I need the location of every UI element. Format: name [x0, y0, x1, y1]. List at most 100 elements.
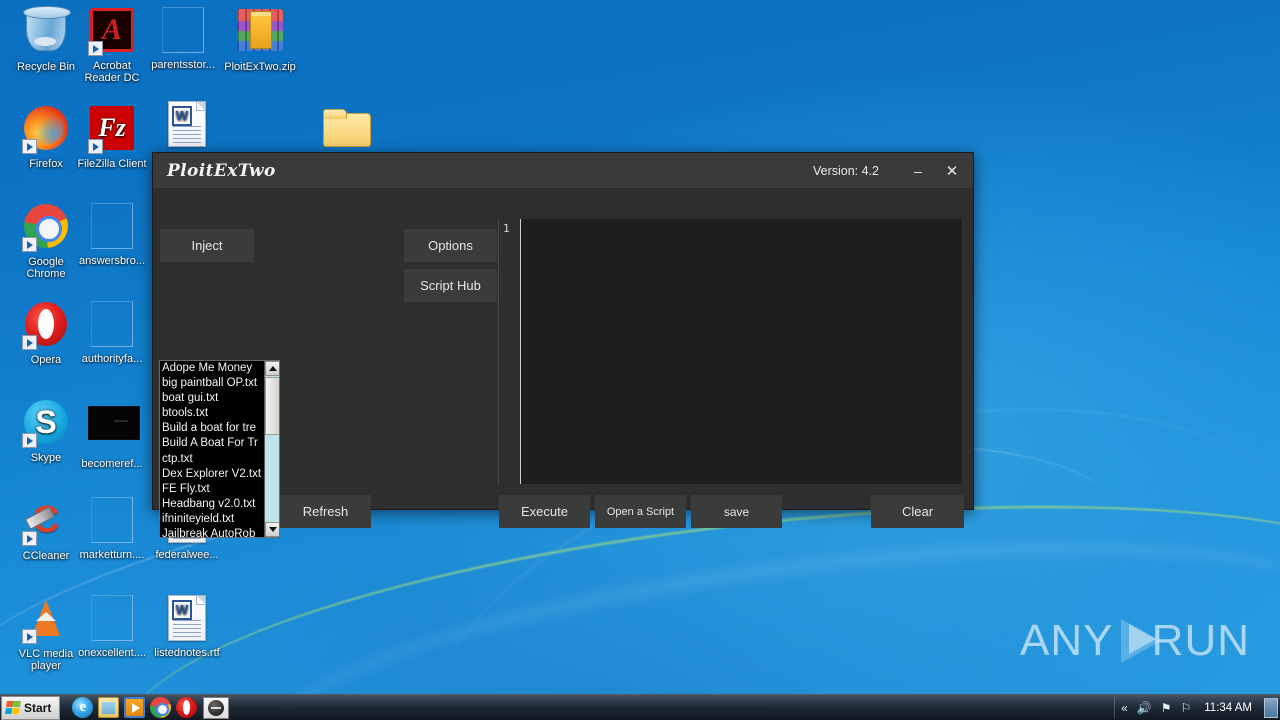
action-center-icon[interactable]: ⚑	[1161, 702, 1172, 714]
script-list[interactable]: Adope Me Money big paintball OP.txt boat g…	[160, 361, 264, 537]
volume-icon[interactable]: 🔊	[1137, 702, 1152, 714]
save-button[interactable]: save	[691, 495, 782, 528]
word-document-1-icon	[163, 101, 211, 149]
script-list-item[interactable]: btools.txt	[160, 406, 264, 421]
shortcut-arrow-icon	[22, 531, 37, 546]
filezilla-client-icon	[88, 106, 136, 154]
desktop-icon-label: onexcellent....	[78, 647, 146, 659]
windows-media-player-icon[interactable]	[124, 697, 146, 718]
script-list-item[interactable]: big paintball OP.txt	[160, 376, 264, 391]
window-title: PloitExTwo	[167, 160, 276, 181]
scrollbar-thumb[interactable]	[265, 377, 279, 435]
show-desktop-button[interactable]	[1264, 697, 1278, 718]
desktop-icon-recycle-bin[interactable]: Recycle Bin	[8, 6, 84, 73]
shortcut-arrow-icon	[88, 41, 103, 56]
system-tray[interactable]: « 🔊 ⚑ ⚐ 11:34 AM	[1114, 696, 1262, 719]
desktop-icon-parentsstor[interactable]: parentsstor...	[145, 6, 221, 71]
anyrun-play-logo-icon	[1119, 616, 1162, 666]
taskbar[interactable]: Start « 🔊 ⚑ ⚐ 11:34 AM	[0, 694, 1280, 720]
script-hub-button[interactable]: Script Hub	[404, 269, 497, 302]
script-editor[interactable]: 1	[498, 219, 962, 484]
inject-button[interactable]: Inject	[160, 229, 254, 262]
clock[interactable]: 11:34 AM	[1204, 702, 1252, 714]
editor-text-area[interactable]	[521, 219, 962, 484]
quick-launch-bar[interactable]	[72, 697, 198, 718]
desktop-icon-marketturn[interactable]: marketturn....	[74, 496, 150, 561]
vlc-media-player-icon	[22, 596, 70, 644]
script-list-box[interactable]: Adope Me Money big paintball OP.txt boat g…	[159, 360, 280, 538]
desktop-icon-becomeref[interactable]: becomeref...	[74, 398, 150, 470]
desktop-icon-opera[interactable]: Opera	[8, 300, 84, 366]
opera-icon	[22, 302, 70, 350]
skype-icon	[22, 400, 70, 448]
script-list-item[interactable]: ifniniteyield.txt	[160, 512, 264, 527]
desktop-icon-authorityfa[interactable]: authorityfa...	[74, 300, 150, 365]
network-icon[interactable]: ⚐	[1180, 702, 1191, 714]
ccleaner-icon	[22, 498, 70, 546]
script-list-item[interactable]: Dex Explorer V2.txt	[160, 467, 264, 482]
desktop-icon-label: federalwee...	[155, 549, 219, 561]
script-list-item[interactable]: FE Fly.txt	[160, 482, 264, 497]
script-list-item[interactable]: Build a boat for tre	[160, 421, 264, 436]
version-label: Version: 4.2	[812, 163, 879, 178]
desktop-icon-filezilla-client[interactable]: FileZilla Client	[74, 104, 150, 170]
taskbar-active-window-button[interactable]	[203, 696, 230, 719]
execute-button[interactable]: Execute	[499, 495, 590, 528]
desktop-icon-label: PloitExTwo.zip	[224, 61, 296, 73]
anyrun-watermark: ANY RUN	[1020, 612, 1250, 670]
script-list-item[interactable]: boat gui.txt	[160, 391, 264, 406]
desktop-icon-google-chrome[interactable]: Google Chrome	[8, 202, 84, 280]
desktop-icon-label: listednotes.rtf	[154, 647, 220, 659]
acrobat-reader-dc-icon	[88, 8, 136, 56]
desktop-icon-skype[interactable]: Skype	[8, 398, 84, 464]
google-chrome-icon[interactable]	[150, 697, 172, 718]
script-list-item[interactable]: Build A Boat For Tr	[160, 436, 264, 451]
desktop-icon-label: Skype	[30, 452, 62, 464]
scroll-up-arrow-icon[interactable]	[265, 361, 279, 376]
open-script-label: Open a Script	[606, 505, 675, 518]
script-list-item[interactable]: Jailbreak AutoRob	[160, 527, 264, 537]
minimize-button[interactable]: –	[901, 156, 935, 186]
script-list-scrollbar[interactable]	[264, 361, 279, 537]
desktop-icon-ploitextwo-zip[interactable]: PloitExTwo.zip	[222, 6, 298, 73]
recycle-bin-icon	[22, 6, 71, 57]
windows-explorer-icon[interactable]	[98, 697, 120, 718]
desktop-icon-listednotes-rtf[interactable]: listednotes.rtf	[149, 594, 225, 659]
editor-line-numbers: 1	[499, 219, 521, 484]
refresh-button[interactable]: Refresh	[280, 495, 371, 528]
desktop-icon-firefox[interactable]: Firefox	[8, 104, 84, 170]
start-label: Start	[24, 700, 52, 715]
internet-explorer-icon[interactable]	[72, 697, 94, 718]
desktop-icon-label: FileZilla Client	[77, 158, 147, 170]
script-list-item[interactable]: Headbang v2.0.txt	[160, 497, 264, 512]
window-titlebar[interactable]: PloitExTwo Version: 4.2 – ✕	[153, 153, 973, 189]
scroll-down-arrow-icon[interactable]	[265, 522, 279, 537]
shortcut-arrow-icon	[22, 237, 37, 252]
desktop[interactable]: Recycle Bin Acrobat Reader DC parentsstor.…	[0, 0, 1280, 720]
script-list-item[interactable]: ctp.txt	[160, 452, 264, 467]
clear-button[interactable]: Clear	[871, 495, 964, 528]
desktop-icon-onexcellent[interactable]: onexcellent....	[74, 594, 150, 659]
folder-1-icon	[322, 109, 371, 157]
desktop-icon-label: authorityfa...	[81, 353, 143, 365]
desktop-icon-label: marketturn....	[79, 549, 145, 561]
start-button[interactable]: Start	[1, 695, 61, 720]
desktop-icon-label: Recycle Bin	[16, 61, 76, 73]
desktop-icon-label: Google Chrome	[26, 256, 66, 280]
opera-icon[interactable]	[176, 697, 198, 718]
window-body: Inject Options Script Hub Adope Me Money…	[153, 189, 973, 538]
watermark-text-run: RUN	[1151, 616, 1250, 665]
desktop-icon-label: Firefox	[29, 158, 63, 170]
close-button[interactable]: ✕	[935, 156, 969, 186]
open-script-button[interactable]: Open a Script	[595, 495, 686, 528]
options-button[interactable]: Options	[404, 229, 497, 262]
desktop-icon-word-document-1[interactable]	[149, 100, 225, 153]
show-hidden-icons-icon[interactable]: «	[1121, 702, 1128, 714]
desktop-icon-vlc-media-player[interactable]: VLC media player	[8, 594, 84, 672]
desktop-icon-ccleaner[interactable]: CCleaner	[8, 496, 84, 562]
desktop-icon-acrobat-reader-dc[interactable]: Acrobat Reader DC	[74, 6, 150, 84]
ploitextwo-window[interactable]: PloitExTwo Version: 4.2 – ✕ Inject Optio…	[152, 152, 974, 538]
script-list-item[interactable]: Adope Me Money	[160, 361, 264, 376]
desktop-icon-label: Acrobat Reader DC	[84, 60, 140, 84]
desktop-icon-answersbro[interactable]: answersbro...	[74, 202, 150, 267]
